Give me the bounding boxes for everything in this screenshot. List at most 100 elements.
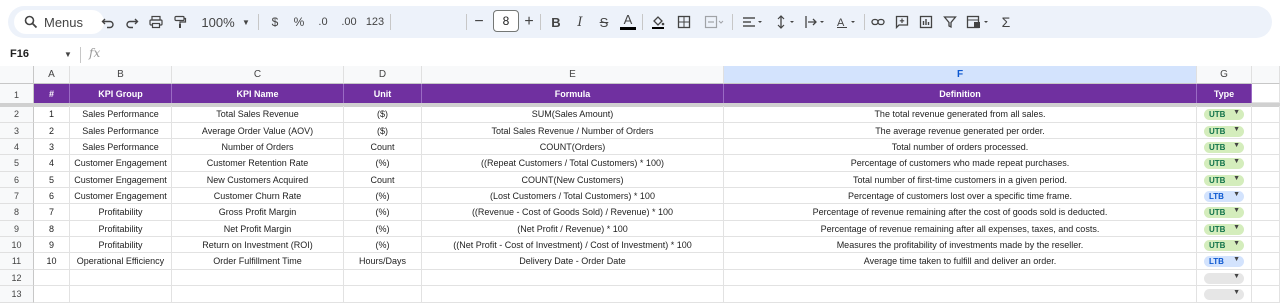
bold-icon[interactable]: B [548, 12, 564, 32]
header-cell-definition[interactable]: Definition [724, 84, 1197, 103]
row-header-3[interactable]: 3 [0, 123, 34, 139]
table-cell-formula[interactable]: Total Sales Revenue / Number of Orders [422, 123, 724, 139]
row-header-4[interactable]: 4 [0, 139, 34, 155]
paint-format-icon[interactable] [172, 12, 188, 32]
redo-icon[interactable] [124, 12, 140, 32]
empty-cell[interactable] [1252, 172, 1280, 188]
empty-cell[interactable] [1252, 155, 1280, 172]
type-cell[interactable]: UTB ▼ [1197, 106, 1252, 123]
merge-cells-icon[interactable] [702, 12, 726, 32]
chevron-down-icon[interactable]: ▼ [241, 12, 251, 32]
type-dropdown-chip[interactable]: UTB ▼ [1204, 125, 1244, 137]
table-cell-unit[interactable]: Count [344, 139, 422, 155]
empty-cell[interactable] [1252, 221, 1280, 237]
table-cell-num[interactable]: 3 [34, 139, 70, 155]
empty-cell[interactable] [1252, 84, 1280, 103]
type-dropdown-chip[interactable]: UTB ▼ [1204, 174, 1244, 186]
table-cell-name[interactable] [172, 286, 344, 303]
table-cell-group[interactable]: Profitability [70, 204, 172, 221]
type-cell[interactable]: LTB ▼ [1197, 253, 1252, 270]
table-cell-formula[interactable] [422, 286, 724, 303]
type-dropdown-chip[interactable]: ▼ [1204, 289, 1244, 300]
table-cell-num[interactable]: 9 [34, 237, 70, 253]
column-header-b[interactable]: B [70, 66, 172, 84]
empty-cell[interactable] [1252, 270, 1280, 286]
table-cell-group[interactable]: Operational Efficiency [70, 253, 172, 270]
column-header-c[interactable]: C [172, 66, 344, 84]
empty-cell[interactable] [1252, 237, 1280, 253]
fill-color-icon[interactable] [650, 12, 666, 32]
table-cell-name[interactable]: Number of Orders [172, 139, 344, 155]
row-header-11[interactable]: 11 [0, 253, 34, 270]
strikethrough-icon[interactable]: S [596, 12, 612, 32]
row-header-10[interactable]: 10 [0, 237, 34, 253]
table-cell-name[interactable]: Net Profit Margin [172, 221, 344, 237]
table-cell-unit[interactable]: ($) [344, 106, 422, 123]
column-header-g[interactable]: G [1197, 66, 1252, 84]
table-cell-definition[interactable]: Percentage of customers lost over a spec… [724, 188, 1197, 204]
filter-icon[interactable] [942, 12, 958, 32]
type-dropdown-chip[interactable]: ▼ [1204, 272, 1244, 284]
borders-icon[interactable] [676, 12, 692, 32]
header-cell-kpi-group[interactable]: KPI Group [70, 84, 172, 103]
table-cell-definition[interactable]: Percentage of revenue remaining after th… [724, 204, 1197, 221]
table-cell-formula[interactable]: COUNT(Orders) [422, 139, 724, 155]
table-cell-unit[interactable]: (%) [344, 237, 422, 253]
table-cell-name[interactable]: Customer Churn Rate [172, 188, 344, 204]
table-cell-group[interactable]: Profitability [70, 221, 172, 237]
table-cell-group[interactable] [70, 270, 172, 286]
type-dropdown-chip[interactable]: UTB ▼ [1204, 239, 1244, 251]
row-header-12[interactable]: 12 [0, 270, 34, 286]
table-cell-name[interactable]: New Customers Acquired [172, 172, 344, 188]
type-dropdown-chip[interactable]: UTB ▼ [1204, 109, 1244, 120]
table-cell-definition[interactable] [724, 270, 1197, 286]
table-cell-num[interactable] [34, 286, 70, 303]
table-cell-unit[interactable]: (%) [344, 188, 422, 204]
empty-cell[interactable] [1252, 286, 1280, 303]
row-header-8[interactable]: 8 [0, 204, 34, 221]
table-cell-num[interactable]: 8 [34, 221, 70, 237]
text-color-icon[interactable]: A [620, 12, 636, 30]
type-dropdown-chip[interactable]: LTB ▼ [1204, 190, 1244, 202]
type-cell[interactable]: ▼ [1197, 270, 1252, 286]
table-cell-name[interactable]: Customer Retention Rate [172, 155, 344, 172]
font-size-input[interactable]: 8 [493, 10, 519, 32]
table-cell-formula[interactable]: COUNT(New Customers) [422, 172, 724, 188]
table-cell-formula[interactable]: (Lost Customers / Total Customers) * 100 [422, 188, 724, 204]
menus-search[interactable]: Menus [14, 10, 104, 34]
table-cell-definition[interactable] [724, 286, 1197, 303]
type-dropdown-chip[interactable]: UTB ▼ [1204, 223, 1244, 235]
table-cell-num[interactable]: 4 [34, 155, 70, 172]
text-wrap-icon[interactable] [802, 12, 828, 32]
link-icon[interactable] [870, 12, 886, 32]
print-icon[interactable] [148, 12, 164, 32]
table-cell-formula[interactable]: Delivery Date - Order Date [422, 253, 724, 270]
type-cell[interactable]: LTB ▼ [1197, 188, 1252, 204]
chevron-down-icon[interactable]: ▼ [64, 50, 72, 59]
currency-button[interactable]: $ [268, 12, 282, 32]
text-rotation-icon[interactable]: A [834, 12, 860, 32]
type-cell[interactable]: UTB ▼ [1197, 237, 1252, 253]
table-cell-formula[interactable]: ((Repeat Customers / Total Customers) * … [422, 155, 724, 172]
empty-cell[interactable] [1252, 139, 1280, 155]
header-cell-unit[interactable]: Unit [344, 84, 422, 103]
comment-icon[interactable] [894, 12, 910, 32]
table-cell-num[interactable]: 7 [34, 204, 70, 221]
functions-icon[interactable]: Σ [998, 12, 1014, 32]
column-header-d[interactable]: D [344, 66, 422, 84]
zoom-select[interactable]: 100% [198, 12, 238, 32]
row-header-9[interactable]: 9 [0, 221, 34, 237]
increase-decimal-button[interactable]: .00 [338, 12, 360, 32]
column-header-a[interactable]: A [34, 66, 70, 84]
table-cell-formula[interactable]: (Net Profit / Revenue) * 100 [422, 221, 724, 237]
table-cell-unit[interactable] [344, 286, 422, 303]
table-cell-num[interactable]: 2 [34, 123, 70, 139]
table-cell-definition[interactable]: Average time taken to fulfill and delive… [724, 253, 1197, 270]
table-cell-definition[interactable]: The average revenue generated per order. [724, 123, 1197, 139]
horizontal-align-icon[interactable] [740, 12, 766, 32]
table-cell-num[interactable]: 6 [34, 188, 70, 204]
row-header-13[interactable]: 13 [0, 286, 34, 303]
table-cell-unit[interactable]: Count [344, 172, 422, 188]
table-cell-definition[interactable]: Percentage of revenue remaining after al… [724, 221, 1197, 237]
empty-cell[interactable] [1252, 106, 1280, 123]
